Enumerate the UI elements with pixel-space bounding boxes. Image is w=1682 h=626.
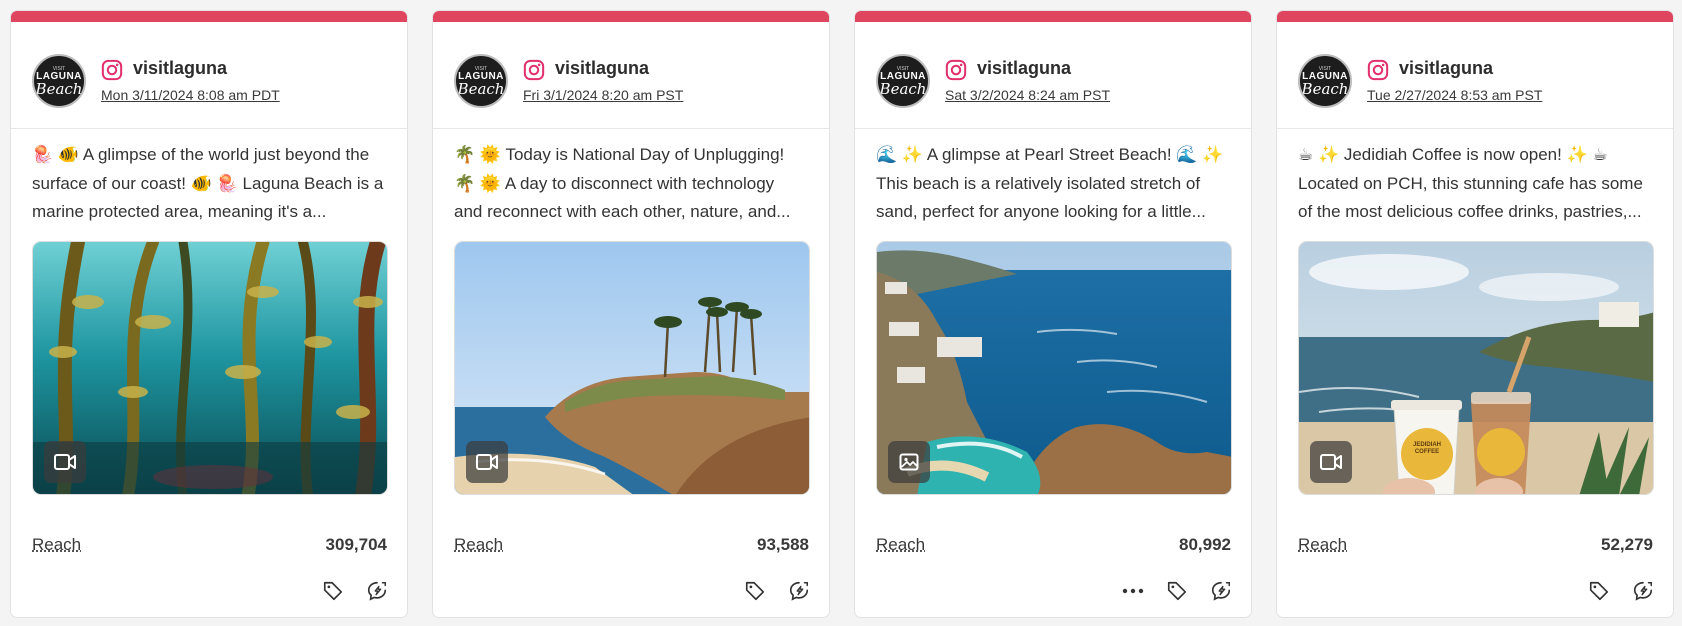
account-name[interactable]: visitlaguna [977, 58, 1071, 79]
post-date-link[interactable]: Tue 2/27/2024 8:53 am PST [1367, 87, 1542, 103]
image-icon [899, 453, 919, 471]
post-media-thumbnail[interactable]: JEDIDIAH COFFEE [1298, 241, 1654, 495]
post-caption: 🌴 🌞 Today is National Day of Unplugging!… [454, 141, 810, 227]
post-header: VISIT LAGUNA Beach visitlaguna Sat 3/2/2… [855, 22, 1251, 129]
video-badge [1310, 441, 1352, 483]
avatar-text-script: Beach [1301, 79, 1349, 98]
post-date-link[interactable]: Fri 3/1/2024 8:20 am PST [523, 87, 683, 103]
tag-icon [1589, 581, 1609, 601]
avatar[interactable]: VISIT LAGUNA Beach [454, 54, 508, 108]
tag-button[interactable] [1587, 579, 1611, 603]
video-badge [44, 441, 86, 483]
video-icon [476, 454, 498, 470]
post-date-link[interactable]: Mon 3/11/2024 8:08 am PDT [101, 87, 280, 103]
reach-value: 52,279 [1601, 535, 1653, 554]
post-header: VISIT LAGUNA Beach visitlaguna Mon 3/11/… [11, 22, 407, 129]
post-caption: 🪼 🐠 A glimpse of the world just beyond t… [32, 141, 388, 227]
boost-icon [1211, 581, 1231, 601]
reach-label[interactable]: Reach [1298, 535, 1347, 555]
post-actions [321, 579, 389, 603]
instagram-icon [1367, 59, 1389, 81]
post-media-thumbnail[interactable] [876, 241, 1232, 495]
post-media-thumbnail[interactable] [454, 241, 810, 495]
post-header: VISIT LAGUNA Beach visitlaguna Tue 2/27/… [1277, 22, 1673, 129]
post-actions [743, 579, 811, 603]
video-icon [1320, 454, 1342, 470]
card-accent-bar [855, 11, 1251, 22]
boost-button[interactable] [1631, 579, 1655, 603]
post-caption: ☕ ✨ Jedidiah Coffee is now open! ✨ ☕ Loc… [1298, 141, 1654, 227]
post-card-2[interactable]: VISIT LAGUNA Beach visitlaguna Fri 3/1/2… [432, 10, 830, 618]
cup-label: JEDIDIAH COFFEE [1412, 442, 1441, 455]
post-header: VISIT LAGUNA Beach visitlaguna Fri 3/1/2… [433, 22, 829, 129]
boost-icon [789, 581, 809, 601]
card-accent-bar [11, 11, 407, 22]
avatar[interactable]: VISIT LAGUNA Beach [32, 54, 86, 108]
caption-line: 🌊 ✨ A glimpse at Pearl Street Beach! 🌊 ✨ [876, 145, 1224, 164]
boost-button[interactable] [787, 579, 811, 603]
boost-icon [1633, 581, 1653, 601]
boost-button[interactable] [365, 579, 389, 603]
tag-button[interactable] [743, 579, 767, 603]
avatar-text-script: Beach [879, 79, 927, 98]
reach-label[interactable]: Reach [32, 535, 81, 555]
avatar[interactable]: VISIT LAGUNA Beach [876, 54, 930, 108]
tag-button[interactable] [1165, 579, 1189, 603]
instagram-icon [101, 59, 123, 81]
reach-value: 309,704 [325, 535, 387, 554]
post-card-3[interactable]: VISIT LAGUNA Beach visitlaguna Sat 3/2/2… [854, 10, 1252, 618]
tag-button[interactable] [321, 579, 345, 603]
reach-label[interactable]: Reach [454, 535, 503, 555]
video-icon [54, 454, 76, 470]
boost-button[interactable] [1209, 579, 1233, 603]
account-name[interactable]: visitlaguna [1399, 58, 1493, 79]
video-badge [466, 441, 508, 483]
caption-line: Located on PCH, this stunning cafe has s… [1298, 173, 1643, 193]
beach-cliff-photo [455, 242, 809, 494]
coffee-cups-beach-photo [1299, 242, 1653, 494]
caption-line: ☕ ✨ Jedidiah Coffee is now open! ✨ ☕ [1298, 145, 1608, 164]
pearl-street-beach-photo [877, 242, 1231, 494]
account-name[interactable]: visitlaguna [133, 58, 227, 79]
card-accent-bar [1277, 11, 1673, 22]
reach-value: 93,588 [757, 535, 809, 554]
instagram-icon [945, 59, 967, 81]
caption-line: and reconnect with each other, nature, a… [454, 202, 791, 221]
post-card-4[interactable]: VISIT LAGUNA Beach visitlaguna Tue 2/27/… [1276, 10, 1674, 618]
post-actions [1121, 579, 1233, 603]
post-actions [1587, 579, 1655, 603]
caption-line: surface of our coast! 🐠 🪼 Laguna Beach i… [32, 173, 384, 193]
instagram-icon [523, 59, 545, 81]
boost-icon [367, 581, 387, 601]
caption-line: 🌴 🌞 Today is National Day of Unplugging! [454, 145, 785, 164]
caption-line: This beach is a relatively isolated stre… [876, 173, 1201, 193]
caption-line: of the most delicious coffee drinks, pas… [1298, 202, 1642, 221]
caption-line: sand, perfect for anyone looking for a l… [876, 202, 1206, 221]
avatar-text-script: Beach [457, 79, 505, 98]
reach-value: 80,992 [1179, 535, 1231, 554]
kelp-forest-photo [33, 242, 387, 494]
avatar[interactable]: VISIT LAGUNA Beach [1298, 54, 1352, 108]
tag-icon [1167, 581, 1187, 601]
tag-icon [745, 581, 765, 601]
post-date-link[interactable]: Sat 3/2/2024 8:24 am PST [945, 87, 1110, 103]
image-badge [888, 441, 930, 483]
caption-line: marine protected area, meaning it's a... [32, 202, 327, 221]
card-accent-bar [433, 11, 829, 22]
post-card-1[interactable]: VISIT LAGUNA Beach visitlaguna Mon 3/11/… [10, 10, 408, 618]
caption-line: 🌴 🌞 A day to disconnect with technology [454, 173, 775, 193]
more-options-button[interactable] [1121, 579, 1145, 603]
post-caption: 🌊 ✨ A glimpse at Pearl Street Beach! 🌊 ✨… [876, 141, 1232, 227]
post-media-thumbnail[interactable] [32, 241, 388, 495]
caption-line: 🪼 🐠 A glimpse of the world just beyond t… [32, 145, 370, 164]
tag-icon [323, 581, 343, 601]
avatar-text-script: Beach [35, 79, 83, 98]
account-name[interactable]: visitlaguna [555, 58, 649, 79]
ellipsis-icon [1122, 588, 1144, 594]
reach-label[interactable]: Reach [876, 535, 925, 555]
